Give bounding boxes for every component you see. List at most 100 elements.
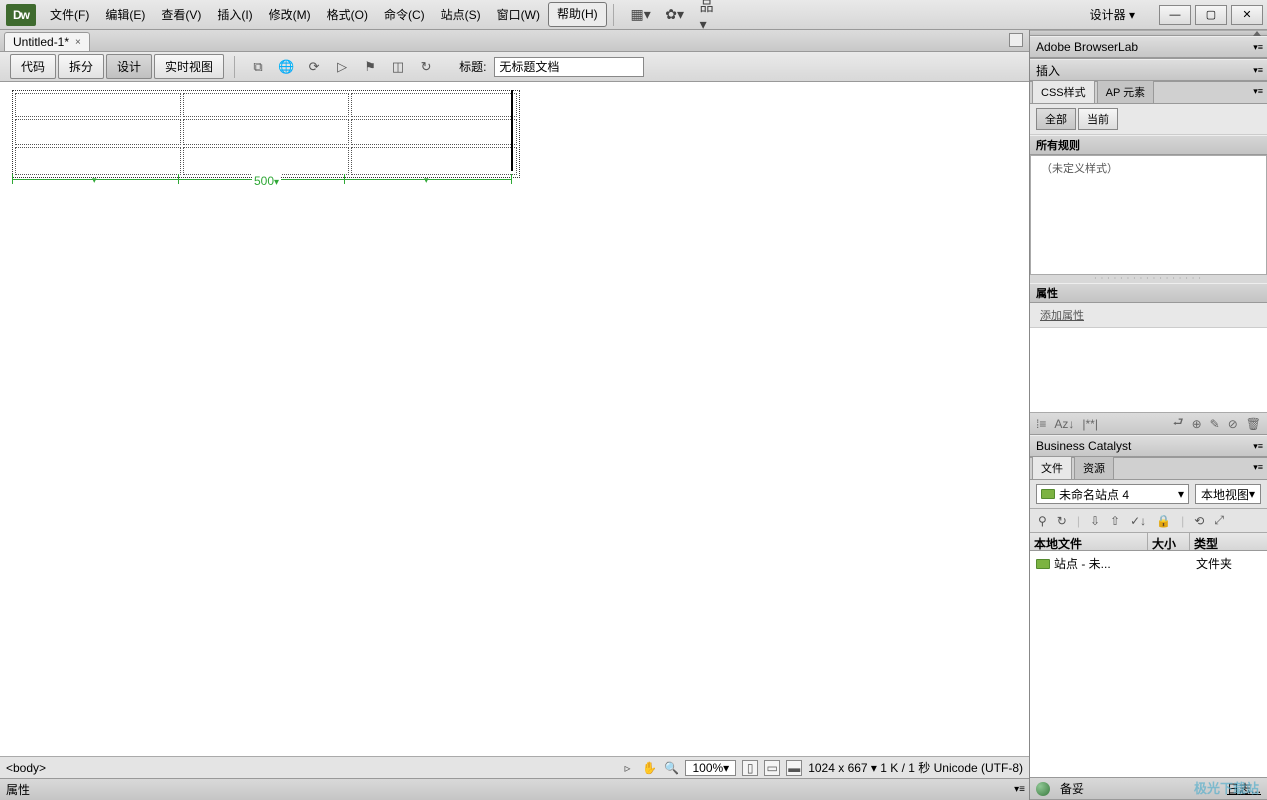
file-row[interactable]: 站点 - 未... 文件夹 [1030, 553, 1267, 574]
preview-tablet-icon[interactable]: ▭ [764, 760, 780, 776]
view-live-button[interactable]: 实时视图 [154, 54, 224, 79]
toolbar-divider [234, 56, 235, 78]
all-rules-header: 所有规则 [1030, 135, 1267, 155]
extensions-icon[interactable]: 品▾ [700, 6, 718, 24]
tab-files[interactable]: 文件 [1032, 456, 1072, 479]
maximize-button[interactable]: ▢ [1195, 5, 1227, 25]
menu-modify[interactable]: 修改(M) [261, 2, 319, 27]
file-management-icon[interactable]: ⟳ [304, 57, 324, 77]
browser-preview-icon[interactable]: 🌐 [276, 57, 296, 77]
menu-site[interactable]: 站点(S) [433, 2, 489, 27]
new-rule-icon[interactable]: ⊕ [1192, 417, 1202, 431]
panels-column: Adobe BrowserLab▾≡ 插入▾≡ CSS样式 AP 元素 ▾≡ 全… [1030, 30, 1267, 800]
css-panel-tabs: CSS样式 AP 元素 ▾≡ [1030, 82, 1267, 104]
expand-icon[interactable]: ⤢ [1214, 513, 1224, 528]
view-mode-select[interactable]: 本地视图 ▾ [1195, 484, 1261, 504]
ready-label: 备妥 [1060, 780, 1084, 797]
canvas-table[interactable] [12, 90, 520, 178]
panel-menu-icon[interactable]: ▾≡ [1014, 784, 1025, 795]
document-area: Untitled-1* × 代码 拆分 设计 实时视图 ⧉ 🌐 ⟳ ▷ ⚑ ◫ … [0, 30, 1030, 800]
css-panel-footer: ⁞≡ Aᴢ↓ |**| ⮐ ⊕ ✎ ⊘ 🗑 [1030, 412, 1267, 434]
close-tab-icon[interactable]: × [75, 37, 81, 48]
panel-menu-icon[interactable]: ▾≡ [1253, 462, 1263, 473]
insert-panel-header[interactable]: 插入▾≡ [1030, 59, 1267, 81]
preview-phone-icon[interactable]: ▯ [742, 760, 758, 776]
show-set-icon[interactable]: |**| [1082, 417, 1098, 431]
show-category-icon[interactable]: ⁞≡ [1036, 417, 1046, 431]
menu-view[interactable]: 查看(V) [153, 2, 209, 27]
add-property-link[interactable]: 添加属性 [1030, 303, 1267, 327]
edit-rule-icon[interactable]: ✎ [1210, 417, 1220, 431]
minimize-button[interactable]: — [1159, 5, 1191, 25]
menu-edit[interactable]: 编辑(E) [97, 2, 153, 27]
business-catalyst-header[interactable]: Business Catalyst▾≡ [1030, 435, 1267, 457]
preview-desktop-icon[interactable]: ▬ [786, 760, 802, 776]
check-compat-icon[interactable]: ⚑ [360, 57, 380, 77]
tab-assets[interactable]: 资源 [1074, 456, 1114, 479]
document-tab-label: Untitled-1* [13, 35, 69, 49]
checkin-icon[interactable]: 🔒 [1156, 514, 1171, 528]
files-panel-tabs: 文件 资源 ▾≡ [1030, 458, 1267, 480]
folder-icon [1041, 489, 1055, 499]
sort-az-icon[interactable]: Aᴢ↓ [1054, 417, 1074, 431]
attach-style-icon[interactable]: ⮐ [1173, 413, 1184, 434]
visual-aids-icon[interactable]: ◫ [388, 57, 408, 77]
site-select[interactable]: 未命名站点 4▾ [1036, 484, 1189, 504]
panel-menu-icon[interactable]: ▾≡ [1253, 86, 1263, 97]
get-files-icon[interactable]: ⇩ [1090, 514, 1100, 528]
checkout-icon[interactable]: ✓↓ [1130, 514, 1146, 528]
tag-selector[interactable]: <body> [6, 761, 46, 775]
tab-css-styles[interactable]: CSS样式 [1032, 80, 1095, 103]
col-filename[interactable]: 本地文件 [1030, 533, 1148, 550]
tab-ap-elements[interactable]: AP 元素 [1097, 80, 1155, 103]
document-info[interactable]: 1024 x 667 ▾ 1 K / 1 秒 Unicode (UTF-8) [808, 759, 1023, 776]
css-all-button[interactable]: 全部 [1036, 108, 1076, 130]
gear-icon[interactable]: ✿▾ [666, 6, 684, 24]
css-properties-empty [1030, 327, 1267, 412]
col-type[interactable]: 类型 [1190, 533, 1267, 550]
file-list[interactable]: 站点 - 未... 文件夹 [1030, 551, 1267, 777]
menu-insert[interactable]: 插入(I) [209, 2, 260, 27]
file-list-header: 本地文件 大小 类型 [1030, 533, 1267, 551]
col-size[interactable]: 大小 [1148, 533, 1190, 550]
menu-items: 文件(F) 编辑(E) 查看(V) 插入(I) 修改(M) 格式(O) 命令(C… [42, 2, 607, 27]
zoom-tool-icon[interactable]: 🔍 [663, 760, 679, 776]
hand-tool-icon[interactable]: ✋ [641, 760, 657, 776]
main-menubar: Dw 文件(F) 编辑(E) 查看(V) 插入(I) 修改(M) 格式(O) 命… [0, 0, 1267, 30]
put-files-icon[interactable]: ⇧ [1110, 514, 1120, 528]
multiscreen-icon[interactable]: ⧉ [248, 57, 268, 77]
menu-file[interactable]: 文件(F) [42, 2, 97, 27]
select-tool-icon[interactable]: ▹ [619, 760, 635, 776]
menu-window[interactable]: 窗口(W) [489, 2, 548, 27]
disable-rule-icon[interactable]: ⊘ [1228, 417, 1238, 431]
view-split-button[interactable]: 拆分 [58, 54, 104, 79]
properties-panel-header[interactable]: 属性 ▾≡ [0, 778, 1029, 800]
dock-icon[interactable] [1009, 33, 1023, 47]
view-design-button[interactable]: 设计 [106, 54, 152, 79]
view-code-button[interactable]: 代码 [10, 54, 56, 79]
refresh-files-icon[interactable]: ↻ [1057, 514, 1067, 528]
title-input[interactable] [494, 57, 644, 77]
css-current-button[interactable]: 当前 [1078, 108, 1118, 130]
refresh-icon[interactable]: ↻ [416, 57, 436, 77]
css-rules-list[interactable]: （未定义样式） [1030, 155, 1267, 275]
zoom-level[interactable]: 100% ▾ [685, 760, 736, 776]
menu-commands[interactable]: 命令(C) [376, 2, 433, 27]
browserlab-panel-header[interactable]: Adobe BrowserLab▾≡ [1030, 36, 1267, 58]
close-button[interactable]: ✕ [1231, 5, 1263, 25]
title-label: 标题: [459, 58, 486, 75]
workspace-switcher[interactable]: 设计器 ▾ [1080, 3, 1145, 26]
menu-help[interactable]: 帮助(H) [548, 2, 607, 27]
folder-icon [1036, 559, 1050, 569]
table-selection-handle[interactable] [511, 90, 513, 171]
design-canvas[interactable]: ▾ ▾ ▾ 500▾ [0, 82, 1029, 756]
layout-icon[interactable]: ▦▾ [632, 6, 650, 24]
connect-icon[interactable]: ⚲ [1038, 514, 1047, 528]
validate-icon[interactable]: ▷ [332, 57, 352, 77]
globe-icon[interactable] [1036, 782, 1050, 796]
delete-rule-icon[interactable]: 🗑 [1246, 417, 1261, 431]
panel-resize-handle[interactable]: • • • • • • • • • • • • • • • • • [1030, 275, 1267, 283]
sync-icon[interactable]: ⟲ [1194, 514, 1204, 528]
menu-format[interactable]: 格式(O) [319, 2, 376, 27]
document-tab[interactable]: Untitled-1* × [4, 32, 90, 51]
